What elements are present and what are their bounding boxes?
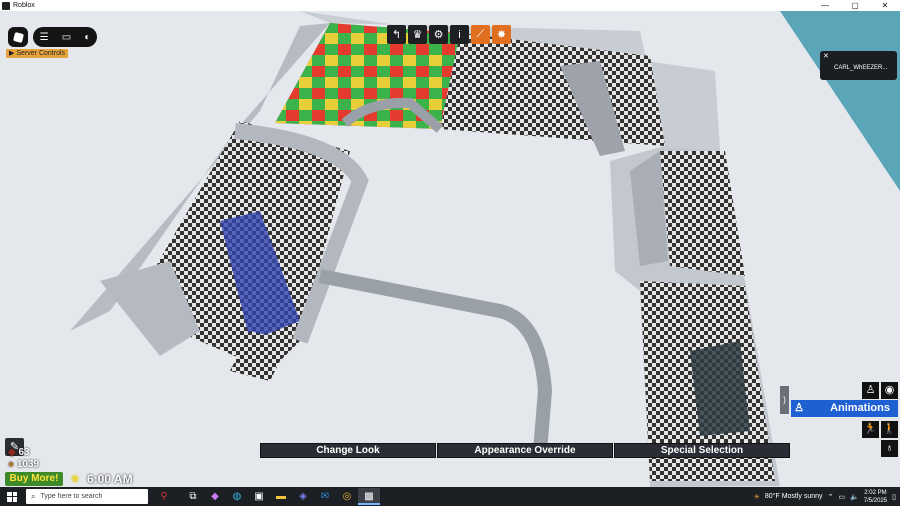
eye-icon[interactable]: ◉ [881,382,898,399]
maximize-button[interactable]: ▢ [840,0,870,11]
chat-icon[interactable]: ▭ [62,32,71,43]
teams-icon[interactable]: ◈ [292,488,314,505]
roblox-topbar-menu: ☰ ▭ ◐ [33,27,97,47]
animations-button[interactable]: ♙ Animations [791,400,898,417]
copilot-icon[interactable]: ◆ [204,488,226,505]
toast-player-name: CARL_WhEEZER... [834,65,888,71]
animations-label: Animations [830,402,890,414]
bicycle-icon: ⚲ [160,491,168,502]
game-toolbar: ↰ ♛ ⚙ i ⟋ ✸ [387,25,511,44]
walk-figure-icon[interactable]: ♙ [862,382,879,399]
trophy-icon[interactable]: ♛ [408,25,427,44]
roblox-logo-icon [2,1,10,10]
figure-icon: ♙ [794,402,804,414]
windows-taskbar: ⌕ Type here to search ⚲ ⧉ ◆ ◍ ▣ ▬ ◈ ✉ ◎ … [0,487,900,506]
store-icon[interactable]: ▣ [248,488,270,505]
window-title: Roblox [13,2,35,9]
stat-top-value: 63 [18,447,30,458]
speaker-icon[interactable]: 🔈 [850,493,859,501]
play-icon: ▶ [9,50,15,57]
search-placeholder: Type here to search [40,493,103,500]
game-time: 6:00 AM [87,472,133,486]
stat-bottom-row: ● 1039 [8,459,39,470]
roblox-menu-button[interactable] [8,27,28,47]
taskbar-clock[interactable]: 2:02 PM 7/5/2025 [864,489,887,505]
network-icon[interactable]: ▭ [838,493,845,501]
system-tray: ☀ 80°F Mostly sunny ⌃ ▭ 🔈 2:02 PM 7/5/20… [754,487,896,506]
chevron-up-icon[interactable]: ⌃ [828,493,834,501]
run-icon[interactable]: 🏃 [862,421,879,438]
player-toast: ✕ CARL_WhEEZER... [820,51,897,80]
taskbar-time: 2:02 PM [864,489,887,496]
lightbulb-icon[interactable]: ♁ [881,440,898,457]
buy-more-button[interactable]: Buy More! [5,472,63,486]
special-selection-button[interactable]: Special Selection [614,443,790,458]
menu-icon[interactable]: ☰ [40,32,49,43]
headset-icon[interactable]: ◐ [84,32,90,43]
gear-icon[interactable]: ⚙ [429,25,448,44]
appearance-buttons: Change Look Appearance Override Special … [260,443,791,458]
game-scene [0,11,900,487]
outlook-icon[interactable]: ✉ [314,488,336,505]
wand-icon[interactable]: ⟋ [471,25,490,44]
walk-icon[interactable]: 🚶 [881,421,898,438]
bug-icon[interactable]: ✸ [492,25,511,44]
windows-start-icon[interactable] [4,489,20,505]
back-arrow-icon[interactable]: ↰ [387,25,406,44]
notification-icon[interactable]: ▯ [892,493,896,501]
edge-icon[interactable]: ◍ [226,488,248,505]
weather-text[interactable]: 80°F Mostly sunny [765,493,823,500]
stat-top-row: ◆ 63 [8,447,30,458]
roblox-taskbar-icon[interactable]: ▩ [358,488,380,505]
stat-top-icon: ◆ [8,447,16,458]
game-viewport[interactable]: ☰ ▭ ◐ ▶ Server Controls ↰ ♛ ⚙ i ⟋ ✸ ✕ CA… [0,11,900,487]
clock-icon: ✺ [69,472,81,486]
roblox-logo-icon [12,31,24,43]
search-icon: ⌕ [31,491,36,501]
file-explorer-icon[interactable]: ▬ [270,488,292,505]
taskbar-date: 7/5/2025 [863,497,888,504]
minimize-button[interactable]: — [810,0,840,11]
change-look-button[interactable]: Change Look [260,443,436,458]
weather-icon: ☀ [753,493,760,501]
expand-panel-button[interactable]: ⟩ [780,386,789,414]
window-titlebar: Roblox — ▢ ✕ [0,0,900,11]
appearance-override-button[interactable]: Appearance Override [437,443,613,458]
server-controls-label: Server Controls [16,50,66,57]
chrome-icon[interactable]: ◎ [336,488,358,505]
stat-bottom-icon: ● [8,459,15,470]
stat-bottom-value: 1039 [16,459,40,470]
server-controls-button[interactable]: ▶ Server Controls [6,49,69,58]
taskbar-search[interactable]: ⌕ Type here to search [26,489,148,504]
close-icon[interactable]: ✕ [823,52,829,60]
task-view-icon[interactable]: ⧉ [182,488,204,505]
close-button[interactable]: ✕ [870,0,900,11]
info-icon[interactable]: i [450,25,469,44]
